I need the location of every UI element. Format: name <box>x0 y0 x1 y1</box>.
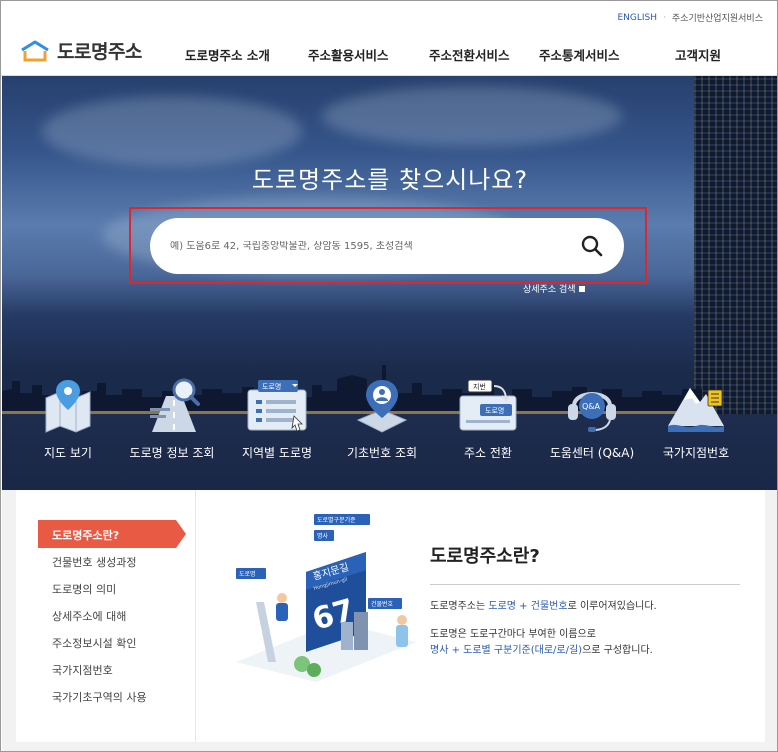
badge-text: 도로명 <box>262 382 281 391</box>
side-menu-item[interactable]: 주소정보시설 확인 <box>38 629 196 656</box>
service-map[interactable]: 지도 보기 <box>18 376 118 461</box>
badge-text: 지번 <box>473 382 486 391</box>
side-menu-item-active[interactable]: 도로명주소란? <box>38 520 186 548</box>
hero-banner: 도로명주소를 찾으시나요? 상세주소 검색 지도 보기 <box>2 76 777 490</box>
badge-text: 도로명 <box>485 406 504 415</box>
search-highlight-box <box>129 207 647 284</box>
nav-item-stats[interactable]: 주소통계서비스 <box>539 45 620 64</box>
service-label: 도로명 정보 조회 <box>129 446 215 460</box>
separator-dot: · <box>663 12 666 23</box>
cloud <box>322 86 622 146</box>
utility-bar: ENGLISH · 주소기반산업지원서비스 <box>617 11 763 25</box>
address-convert-icon: 지번 도로명 <box>459 379 517 431</box>
service-base-number[interactable]: 기초번호 조회 <box>332 376 432 461</box>
service-road-info[interactable]: 도로명 정보 조회 <box>122 376 222 461</box>
road-search-icon <box>150 378 200 432</box>
detail-address-label: 상세주소 검색 <box>523 285 576 295</box>
badge-text: Q&A <box>582 402 601 411</box>
service-label: 국가지점번호 <box>662 446 730 460</box>
side-menu-item[interactable]: 도로명의 의미 <box>38 575 196 602</box>
service-label: 기초번호 조회 <box>346 446 418 460</box>
service-shortcuts: 지도 보기 도로명 정보 조회 도로명 지역별 도로명 기초번호 조회 지번 도… <box>2 376 777 476</box>
side-menu-item[interactable]: 건물번호 생성과정 <box>38 548 196 575</box>
service-label: 지도 보기 <box>44 446 92 460</box>
map-icon <box>45 380 91 433</box>
side-menu-item[interactable]: 상세주소에 대해 <box>38 602 196 629</box>
english-link[interactable]: ENGLISH <box>617 13 657 23</box>
tag-road: 도로명 <box>239 570 256 578</box>
side-menu-item[interactable]: 국가지점번호 <box>38 656 196 683</box>
service-label: 지역별 도로명 <box>241 446 313 460</box>
service-region-road[interactable]: 도로명 지역별 도로명 <box>227 376 327 461</box>
industry-link[interactable]: 주소기반산업지원서비스 <box>672 11 763 24</box>
browser-frame: ENGLISH · 주소기반산업지원서비스 도로명주소 도로명주소 소개 주소활… <box>0 0 778 752</box>
service-help-center[interactable]: Q&A 도움센터 (Q&A) <box>542 376 642 461</box>
hero-title: 도로명주소를 찾으시나요? <box>251 166 529 194</box>
intro-card: 도로명주소란? 건물번호 생성과정 도로명의 의미 상세주소에 대해 주소정보시… <box>16 490 765 742</box>
main-nav: 도로명주소 소개 주소활용서비스 주소전환서비스 주소통계서비스 고객지원 <box>1 45 777 65</box>
road-sign-illustration: 홍지문길 Hongjimun-gil 67 도로별구분기준 명사 도로명 건물번… <box>236 514 416 682</box>
cloud <box>42 96 302 166</box>
tag-building: 건물번호 <box>371 600 394 608</box>
service-label: 주소 전환 <box>464 446 512 460</box>
content-area: 도로명주소란? 건물번호 생성과정 도로명의 의미 상세주소에 대해 주소정보시… <box>2 490 777 751</box>
skyscraper <box>694 76 777 426</box>
side-menu-divider <box>195 490 196 742</box>
intro-title: 도로명주소란? <box>430 546 540 567</box>
intro-text-block: 도로명주소란? 도로명주소는 도로명 + 건물번호로 이루어져있습니다. 도로명… <box>430 542 740 671</box>
side-menu: 도로명주소란? 건물번호 생성과정 도로명의 의미 상세주소에 대해 주소정보시… <box>38 520 196 710</box>
intro-paragraph-1: 도로명주소는 도로명 + 건물번호로 이루어져있습니다. <box>430 601 657 612</box>
qa-headset-icon: Q&A <box>568 392 616 432</box>
mountain-icon <box>668 388 724 432</box>
nav-item-intro[interactable]: 도로명주소 소개 <box>185 45 270 64</box>
service-address-convert[interactable]: 지번 도로명 주소 전환 <box>438 376 538 461</box>
tag-standard: 도로별구분기준 <box>317 516 356 524</box>
nav-item-convert[interactable]: 주소전환서비스 <box>429 45 510 64</box>
side-menu-item[interactable]: 국가기초구역의 사용 <box>38 683 196 710</box>
service-label: 도움센터 (Q&A) <box>549 446 635 460</box>
nav-item-support[interactable]: 고객지원 <box>675 45 721 64</box>
square-icon <box>578 285 585 292</box>
nav-item-usage[interactable]: 주소활용서비스 <box>308 45 389 64</box>
detail-address-search-link[interactable]: 상세주소 검색 <box>523 282 585 295</box>
region-list-icon: 도로명 <box>247 380 307 432</box>
base-number-icon <box>356 380 408 433</box>
service-national-point[interactable]: 국가지점번호 <box>646 376 746 461</box>
tag-name: 명사 <box>317 532 329 540</box>
intro-rule <box>430 584 740 585</box>
intro-paragraph-2: 도로명은 도로구간마다 부여한 이름으로 명사 + 도로별 구분기준(대로/로/길… <box>430 629 653 656</box>
